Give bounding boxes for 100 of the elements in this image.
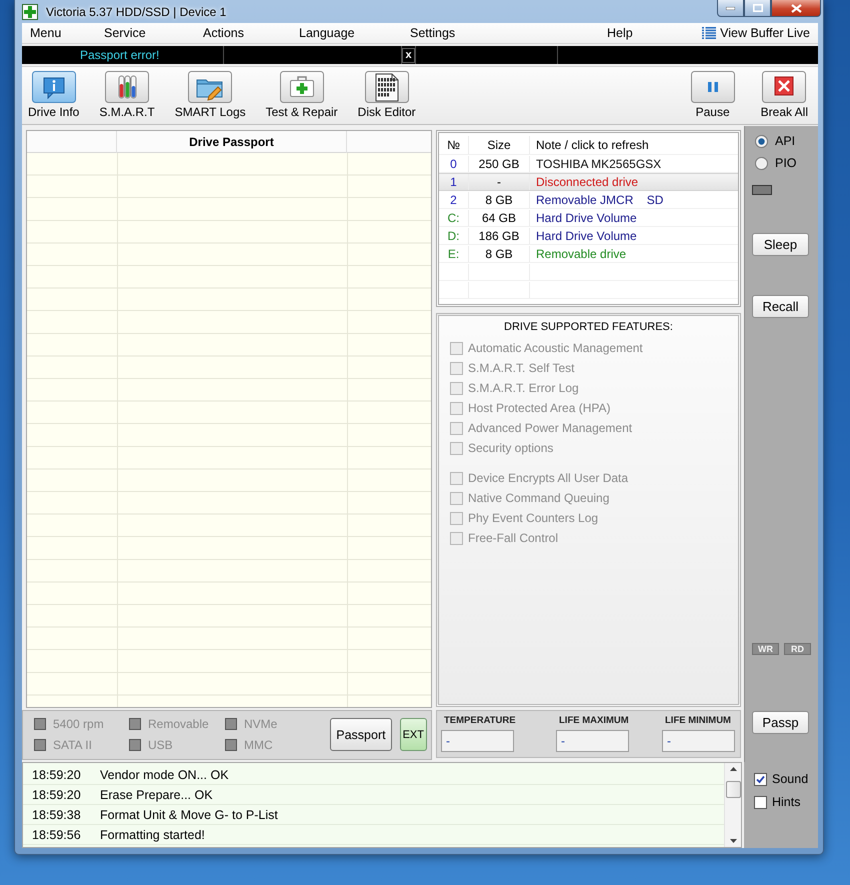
sleep-button[interactable]: Sleep — [752, 233, 809, 256]
drive-number: D: — [448, 229, 460, 243]
maximize-icon — [752, 4, 762, 12]
feature-label: Phy Event Counters Log — [468, 511, 598, 525]
folder-pencil-icon — [188, 71, 232, 103]
feature-label: Device Encrypts All User Data — [468, 471, 628, 485]
sensor-label: LIFE MINIMUM — [664, 715, 732, 727]
drive-note: Removable drive — [536, 247, 626, 261]
value-field: - — [441, 730, 514, 752]
document-icon — [364, 71, 409, 103]
drive-row[interactable]: E: 8 GB Removable drive — [439, 245, 738, 263]
feature-label: S.M.A.R.T. Self Test — [468, 361, 574, 375]
indicator-label: NVMe — [244, 717, 278, 731]
indicator-label: 5400 rpm — [53, 717, 104, 731]
drive-row[interactable]: 2 8 GB Removable JMCR SD — [439, 191, 738, 209]
view-buffer-button[interactable]: View Buffer Live — [702, 26, 810, 40]
feature-label: Security options — [468, 441, 554, 455]
log-message: Formatting started! — [100, 828, 205, 842]
cancel-icon — [762, 71, 806, 103]
radio-button[interactable] — [755, 134, 768, 148]
status-message: Passport error! — [79, 48, 160, 62]
menu-item[interactable]: Language — [299, 26, 355, 40]
passp-button[interactable]: Passp — [752, 711, 809, 734]
scroll-up-icon[interactable] — [730, 767, 736, 771]
feature-label: Automatic Acoustic Management — [468, 341, 643, 355]
recall-button[interactable]: Recall — [752, 295, 809, 318]
feature-label: Free-Fall Control — [468, 531, 558, 545]
drive-size: 64 GB — [482, 211, 516, 225]
status-lamp — [752, 185, 772, 195]
drive-size: 8 GB — [485, 193, 513, 207]
toolbar-button[interactable]: Pause — [686, 71, 739, 120]
menu-item[interactable]: Settings — [410, 26, 456, 40]
minimize-button[interactable] — [717, 0, 744, 17]
option-checkbox[interactable] — [754, 796, 767, 808]
toolbar-button[interactable]: Drive Info — [24, 71, 84, 120]
toolbar-button[interactable]: Break All — [756, 71, 812, 120]
close-icon — [790, 4, 802, 12]
toolbar-button[interactable]: Disk Editor — [354, 71, 420, 120]
log-time: 18:59:56 — [32, 828, 82, 842]
drive-number: 0 — [450, 157, 457, 171]
activity-lamp: RD — [784, 643, 811, 655]
scroll-thumb[interactable] — [726, 781, 740, 798]
drive-row[interactable]: 1 - Disconnected drive — [439, 173, 738, 191]
activity-lamp: WR — [752, 643, 779, 655]
log-time: 18:59:20 — [32, 788, 82, 802]
feature-label: Native Command Queuing — [468, 491, 610, 505]
log-message: Format Unit & Move G- to P-List — [100, 808, 278, 822]
drive-size: 186 GB — [478, 229, 520, 243]
toolbar-button[interactable]: SMART Logs — [170, 71, 250, 120]
option-checkbox[interactable] — [754, 772, 767, 786]
feature-label: Host Protected Area (HPA) — [468, 401, 610, 415]
indicator-label: MMC — [244, 738, 273, 752]
list-icon — [702, 26, 716, 40]
indicator-label: Removable — [148, 717, 209, 731]
toolbar-button[interactable]: S.M.A.R.T — [95, 71, 159, 120]
first-aid-kit-icon — [280, 71, 324, 103]
radio-label: PIO — [775, 156, 797, 170]
option-label: Sound — [772, 772, 808, 786]
passport-button[interactable]: Passport — [330, 718, 392, 751]
minimize-icon — [726, 6, 735, 10]
close-button[interactable]: x — [402, 48, 415, 62]
sensor-label: TEMPERATURE — [443, 715, 517, 727]
menu-item[interactable]: Service — [104, 26, 146, 40]
option-label: Hints — [772, 795, 800, 809]
drive-note: Disconnected drive — [536, 175, 638, 189]
drive-size: 250 GB — [478, 157, 520, 171]
menu-item[interactable]: Help — [607, 26, 633, 40]
log-message: Erase Prepare... OK — [100, 788, 213, 802]
menu-item[interactable]: Actions — [203, 26, 244, 40]
indicator-label: USB — [148, 738, 173, 752]
menu-item[interactable]: Menu — [30, 26, 62, 40]
column-header: Size — [487, 138, 511, 152]
drive-note: Removable JMCR SD — [536, 193, 664, 207]
toggle-button[interactable]: EXT — [400, 718, 427, 751]
pause-icon — [690, 71, 735, 103]
radio-button[interactable] — [755, 156, 768, 170]
drive-row[interactable]: C: 64 GB Hard Drive Volume — [439, 209, 738, 227]
value-field: - — [556, 730, 629, 752]
toolbar-button[interactable]: Test & Repair — [262, 71, 342, 120]
log-time: 18:59:20 — [32, 768, 82, 782]
drive-size: 8 GB — [485, 247, 513, 261]
feature-label: Advanced Power Management — [468, 421, 632, 435]
drive-number: C: — [448, 211, 460, 225]
drive-row[interactable]: D: 186 GB Hard Drive Volume — [439, 227, 738, 245]
features-title: DRIVE SUPPORTED FEATURES: — [503, 320, 674, 334]
drive-note: Hard Drive Volume — [536, 229, 637, 243]
scroll-down-icon[interactable] — [730, 839, 736, 843]
log-time: 18:59:38 — [32, 808, 82, 822]
column-header: № — [447, 138, 460, 152]
maximize-button[interactable] — [744, 0, 771, 17]
sensor-label: LIFE MAXIMUM — [558, 715, 630, 727]
window-title: Victoria 5.37 HDD/SSD | Device 1 — [46, 4, 226, 18]
indicator-label: SATA II — [53, 738, 92, 752]
feature-label: S.M.A.R.T. Error Log — [468, 381, 579, 395]
radio-label: API — [775, 134, 796, 148]
drive-number: 1 — [450, 175, 457, 189]
drive-number: 2 — [450, 193, 457, 207]
close-button[interactable] — [771, 0, 821, 17]
value-field: - — [662, 730, 735, 752]
test-tubes-icon — [105, 71, 150, 103]
